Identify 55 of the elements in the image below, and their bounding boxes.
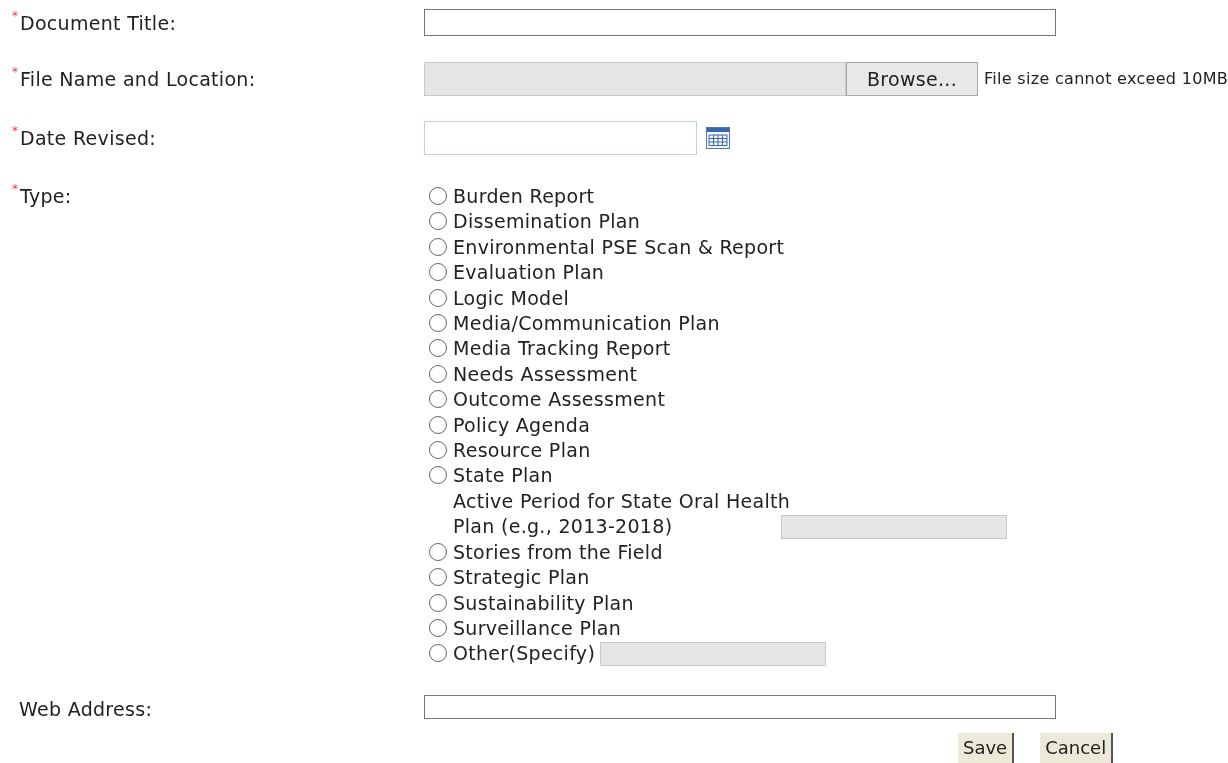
option-label[interactable]: Policy Agenda <box>453 412 591 439</box>
field-label: Date Revised: <box>20 126 156 150</box>
option-label[interactable]: State Plan <box>453 463 553 489</box>
field-label: Document Title: <box>20 11 177 35</box>
radio-button[interactable] <box>429 593 447 612</box>
option-label[interactable]: Resource Plan <box>453 438 591 464</box>
form-button[interactable]: Cancel <box>1040 732 1114 763</box>
radio-button[interactable] <box>429 441 447 460</box>
radio-button[interactable] <box>429 644 447 663</box>
calendar-icon[interactable] <box>706 127 730 149</box>
option-label[interactable]: Strategic Plan <box>453 565 590 591</box>
option-label[interactable]: Dissemination Plan <box>453 209 641 235</box>
radio-button[interactable] <box>429 263 447 282</box>
radio-button[interactable] <box>429 212 447 231</box>
field-label: File Name and Location: <box>20 67 256 91</box>
required-marker: * <box>12 66 19 78</box>
text-field[interactable] <box>424 694 1056 719</box>
option-label[interactable]: Needs Assessment <box>453 361 638 388</box>
period-label: Active Period for State Oral Health Plan (e.g., 2013-2018) <box>453 488 792 540</box>
field-label: Type: <box>20 184 72 208</box>
option-label[interactable]: Sustainability Plan <box>453 590 634 616</box>
option-label[interactable]: Evaluation Plan <box>453 260 605 286</box>
required-marker: * <box>12 125 19 137</box>
option-label[interactable]: Burden Report <box>453 184 595 210</box>
radio-button[interactable] <box>429 568 447 587</box>
option-label[interactable]: Media/Communication Plan <box>453 311 720 337</box>
option-label[interactable]: Surveillance Plan <box>453 615 622 642</box>
date-field[interactable] <box>424 121 697 155</box>
radio-button[interactable] <box>429 237 447 256</box>
radio-button[interactable] <box>429 288 447 307</box>
option-label[interactable]: Environmental PSE Scan & Report <box>453 234 785 261</box>
option-label[interactable]: Other(Specify) <box>453 641 596 667</box>
file-name-field[interactable] <box>424 62 846 96</box>
form-button[interactable]: Save <box>958 732 1015 763</box>
text-field[interactable] <box>424 9 1056 36</box>
option-label[interactable]: Stories from the Field <box>453 539 663 566</box>
field-label: Web Address: <box>19 696 153 721</box>
browse-button[interactable]: Browse... <box>846 62 978 96</box>
radio-button[interactable] <box>429 314 447 333</box>
option-label[interactable]: Outcome Assessment <box>453 387 666 413</box>
radio-button[interactable] <box>429 466 447 485</box>
radio-button[interactable] <box>429 415 447 434</box>
radio-button[interactable] <box>429 542 447 561</box>
radio-button[interactable] <box>429 618 447 637</box>
option-label[interactable]: Media Tracking Report <box>453 336 671 362</box>
option-label[interactable]: Logic Model <box>453 285 570 312</box>
specify-field[interactable] <box>600 642 827 666</box>
file-size-note: File size cannot exceed 10MB <box>984 68 1228 90</box>
required-marker: * <box>12 10 19 22</box>
radio-button[interactable] <box>429 390 447 409</box>
required-marker: * <box>12 183 19 195</box>
radio-button[interactable] <box>429 364 447 383</box>
period-field[interactable] <box>781 514 1007 539</box>
radio-button[interactable] <box>429 187 447 205</box>
radio-button[interactable] <box>429 339 447 358</box>
